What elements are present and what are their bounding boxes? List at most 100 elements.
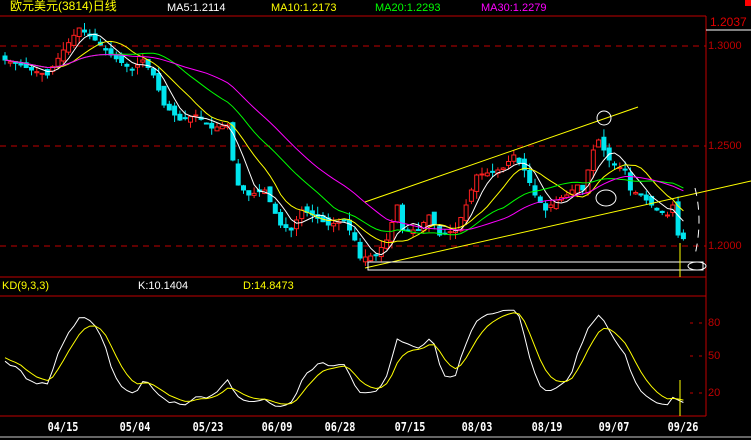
- candle-body: [543, 203, 549, 211]
- k-value: K:10.1404: [138, 280, 189, 292]
- candle-body: [283, 224, 289, 228]
- candle-body: [272, 203, 278, 214]
- kd-grid: [690, 322, 706, 394]
- candle-body: [113, 54, 119, 60]
- candle-body: [431, 211, 437, 226]
- candle-body: [177, 113, 183, 121]
- candle-body: [357, 241, 363, 259]
- candle-body: [341, 219, 347, 222]
- candle-body: [400, 204, 405, 231]
- candle-body: [82, 29, 87, 33]
- candle-body: [140, 59, 146, 63]
- x-tick-label: 08/19: [531, 420, 563, 434]
- chart-title: 欧元美元(3814)日线: [10, 0, 117, 13]
- candle-body: [500, 167, 506, 170]
- candle-body: [119, 55, 125, 63]
- candle-body: [182, 117, 188, 120]
- x-tick-label: 06/28: [324, 420, 356, 434]
- candle-body: [241, 185, 246, 191]
- kd-title: KD(9,3,3): [2, 280, 50, 292]
- candle-body: [511, 154, 517, 162]
- candle-body: [447, 231, 453, 234]
- candle-body: [209, 122, 215, 129]
- candle-body: [156, 73, 162, 91]
- candles-layer: [2, 23, 686, 266]
- bottom-ellipse[interactable]: [595, 189, 617, 207]
- candle-body: [590, 149, 596, 172]
- x-tick-label: 05/04: [119, 420, 151, 434]
- candle-body: [203, 122, 209, 125]
- candle-body: [124, 63, 130, 67]
- candle-body: [532, 185, 538, 196]
- candle-body: [490, 170, 496, 173]
- ma20-label: MA20:1.2293: [375, 2, 441, 14]
- candle-body: [463, 204, 469, 221]
- candle-body: [331, 222, 337, 227]
- candle-body: [39, 72, 45, 75]
- candle-body: [506, 161, 511, 166]
- kd-tick-label: 50: [708, 350, 721, 362]
- red-marker: [745, 0, 751, 6]
- candle-body: [150, 68, 156, 76]
- candle-body: [66, 42, 72, 53]
- dashed-arc[interactable]: [694, 187, 700, 256]
- candle-body: [516, 157, 522, 163]
- last-price-label: 1.2037: [710, 15, 747, 29]
- candle-body: [352, 232, 358, 241]
- candle-body: [60, 49, 66, 62]
- candle-body: [2, 55, 8, 61]
- candle-body: [596, 139, 602, 148]
- x-tick-label: 06/09: [261, 420, 293, 434]
- candle-body: [548, 204, 554, 208]
- candle-body: [135, 64, 140, 68]
- candle-body: [235, 163, 241, 186]
- chart-canvas: [0, 0, 751, 438]
- candle-body: [368, 255, 374, 262]
- annotations[interactable]: [364, 106, 751, 416]
- candle-body: [643, 194, 649, 201]
- candle-body: [55, 57, 61, 67]
- kd-tick-label: 20: [708, 387, 721, 399]
- candle-body: [415, 229, 421, 232]
- candle-body: [71, 34, 77, 46]
- candle-body: [394, 204, 400, 223]
- candle-body: [251, 192, 257, 196]
- candle-body: [633, 192, 639, 195]
- candle-body: [76, 27, 82, 38]
- candle-body: [601, 136, 607, 151]
- candle-body: [29, 67, 34, 71]
- candle-body: [161, 85, 167, 106]
- y-tick-label: 1.3000: [708, 40, 742, 52]
- candle-body: [527, 169, 533, 183]
- candle-body: [103, 48, 109, 51]
- candle-body: [622, 168, 628, 171]
- ma20-line: [4, 52, 684, 236]
- candle-body: [373, 254, 379, 257]
- candle-body: [580, 184, 586, 191]
- candle-body: [362, 256, 368, 263]
- y-tick-label: 1.2500: [708, 140, 742, 152]
- ma5-label: MA5:1.2114: [167, 2, 226, 14]
- candle-body: [585, 169, 591, 194]
- candle-body: [574, 184, 580, 194]
- ma30-line: [4, 54, 684, 231]
- d-value: D:14.8473: [243, 280, 294, 292]
- x-tick-label: 09/07: [598, 420, 630, 434]
- candle-body: [166, 103, 172, 111]
- candle-body: [129, 68, 135, 71]
- candle-body: [384, 239, 390, 249]
- candle-body: [288, 227, 294, 231]
- candle-body: [172, 105, 178, 116]
- candle-body: [246, 190, 252, 196]
- candle-body: [612, 163, 617, 166]
- candle-body: [484, 172, 490, 177]
- candle-body: [219, 125, 225, 130]
- k-line: [4, 309, 684, 407]
- candle-body: [680, 232, 686, 240]
- x-tick-label: 08/03: [461, 420, 493, 434]
- d-line: [4, 312, 684, 405]
- top-circle[interactable]: [596, 110, 612, 126]
- horizontal-box[interactable]: [367, 261, 704, 271]
- candle-body: [34, 71, 40, 74]
- x-tick-label: 09/26: [667, 420, 699, 434]
